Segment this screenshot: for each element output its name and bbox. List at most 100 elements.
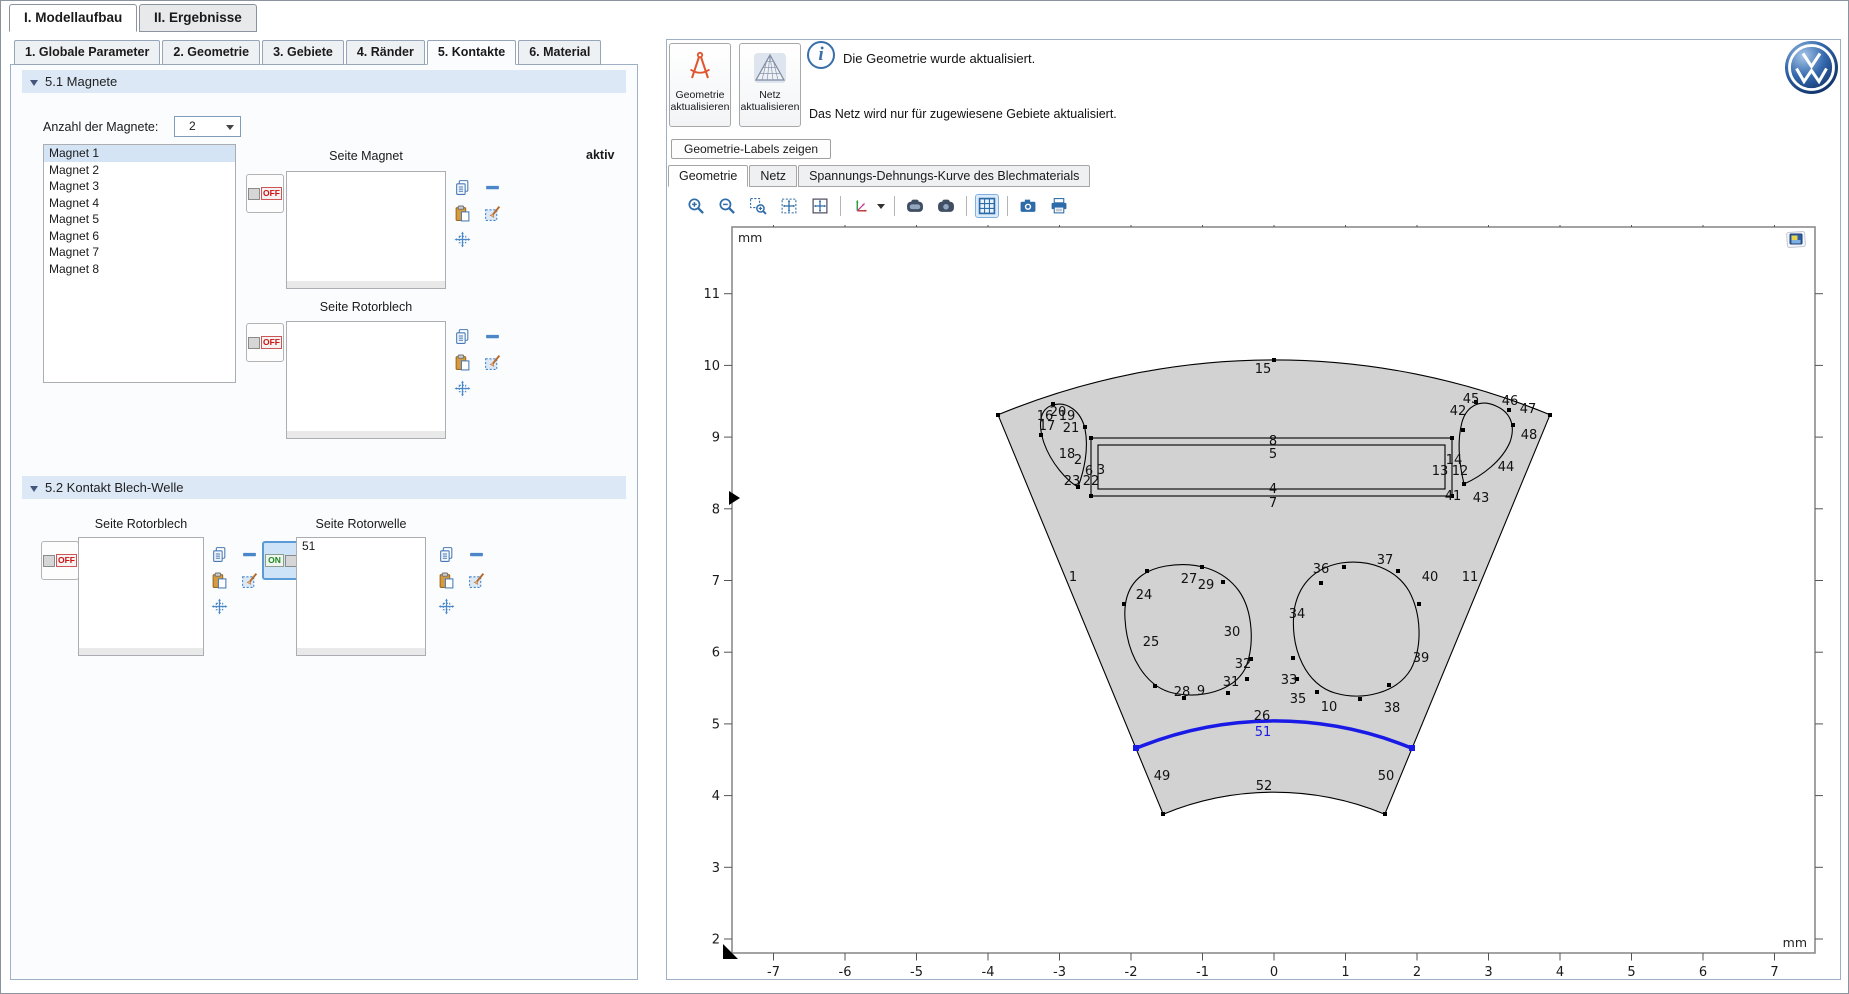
axis-orientation-icon[interactable]: [850, 195, 872, 217]
magnet-list-item[interactable]: Magnet 8: [44, 261, 235, 278]
highlighted-vertex-dot: [1409, 745, 1415, 751]
paste-icon[interactable]: [451, 202, 473, 224]
edge-label: 37: [1377, 553, 1394, 568]
edge-label: 42: [1450, 404, 1467, 419]
zoom-fit-icon[interactable]: [809, 195, 831, 217]
kontakt-rotorblech-toggle[interactable]: OFF: [41, 541, 79, 580]
edge-label: 4: [1269, 482, 1277, 497]
remove-icon[interactable]: [238, 543, 260, 565]
copy-icon[interactable]: [208, 543, 230, 565]
vertex-dot: [1461, 428, 1465, 432]
copy-image-icon[interactable]: [904, 195, 926, 217]
vertex-dot: [1153, 684, 1157, 688]
edge-label: 23: [1064, 474, 1081, 489]
snapshot-icon[interactable]: [1017, 195, 1039, 217]
graphics-tab-spannungs-dehnungs-kurve-des-blechmaterials[interactable]: Spannungs-Dehnungs-Kurve des Blechmateri…: [798, 165, 1090, 187]
edge-label: 27: [1181, 572, 1198, 587]
zoom-to-selection-icon[interactable]: [451, 377, 473, 399]
setup-tab-3-gebiete[interactable]: 3. Gebiete: [262, 40, 344, 65]
info-icon: i: [807, 41, 835, 69]
plot-canvas[interactable]: -7-6-5-4-3-2-101234567234567891011 15454…: [671, 225, 1837, 989]
vertex-dot: [1450, 436, 1454, 440]
zoom-to-selection-icon[interactable]: [435, 595, 457, 617]
paste-icon[interactable]: [208, 569, 230, 591]
copy-icon[interactable]: [451, 176, 473, 198]
magnet-list-item[interactable]: Magnet 5: [44, 211, 235, 228]
geometry-updated-message: Die Geometrie wurde aktualisiert.: [843, 51, 1035, 66]
legend-popup-icon[interactable]: [1787, 231, 1806, 247]
setup-tab-4-ränder[interactable]: 4. Ränder: [346, 40, 425, 65]
magnet-side-toggle[interactable]: OFF: [246, 174, 284, 213]
main-tab-i-modellaufbau[interactable]: I. Modellaufbau: [9, 4, 137, 32]
paste-icon[interactable]: [435, 569, 457, 591]
zoom-out-icon[interactable]: [716, 195, 738, 217]
highlighted-edge-label: 51: [1255, 725, 1272, 740]
edge-label: 36: [1313, 562, 1330, 577]
vertex-dot: [1226, 691, 1230, 695]
vertex-dot: [1122, 602, 1126, 606]
remove-icon[interactable]: [481, 325, 503, 347]
copy-icon[interactable]: [435, 543, 457, 565]
y-tick-label: 11: [703, 287, 720, 302]
magnet-list-item[interactable]: Magnet 1: [44, 145, 235, 162]
edge-label: 11: [1462, 570, 1479, 585]
zoom-to-selection-icon[interactable]: [208, 595, 230, 617]
magnet-list[interactable]: Magnet 1Magnet 2Magnet 3Magnet 4Magnet 5…: [43, 144, 236, 383]
setup-tab-6-material[interactable]: 6. Material: [518, 40, 601, 65]
setup-tab-1-globale-parameter[interactable]: 1. Globale Parameter: [14, 40, 160, 65]
vertex-dot: [1417, 602, 1421, 606]
graphics-tab-geometrie[interactable]: Geometrie: [668, 165, 748, 187]
magnet-list-item[interactable]: Magnet 2: [44, 162, 235, 179]
kontakt-rotorblech-selection-list[interactable]: [78, 537, 204, 656]
update-mesh-button[interactable]: Netz aktualisieren: [739, 43, 801, 127]
edge-label: 43: [1473, 491, 1490, 506]
toggle-off-label: OFF: [56, 554, 77, 567]
edge-label: 26: [1254, 709, 1271, 724]
edge-label: 34: [1289, 607, 1306, 622]
remove-icon[interactable]: [481, 176, 503, 198]
kontakt-rotorwelle-toggle[interactable]: ON: [262, 541, 300, 580]
setup-tab-2-geometrie[interactable]: 2. Geometrie: [162, 40, 260, 65]
show-geometry-labels-button[interactable]: Geometrie-Labels zeigen: [671, 139, 831, 159]
section-header-kontakt[interactable]: 5.2 Kontakt Blech-Welle: [22, 476, 626, 499]
clear-selection-icon[interactable]: [238, 569, 260, 591]
magnet-list-item[interactable]: Magnet 3: [44, 178, 235, 195]
seite-rotorblech-selection-list[interactable]: [286, 321, 446, 439]
magnet-list-item[interactable]: Magnet 7: [44, 244, 235, 261]
button-label: Netz aktualisieren: [741, 89, 800, 113]
rotorblech-side-toggle[interactable]: OFF: [246, 323, 284, 362]
edge-label: 39: [1413, 651, 1430, 666]
paste-icon[interactable]: [451, 351, 473, 373]
edge-label: 44: [1498, 460, 1515, 475]
print-icon[interactable]: [1048, 195, 1070, 217]
zoom-box-icon[interactable]: [747, 195, 769, 217]
edge-label: 30: [1224, 625, 1241, 640]
clear-selection-icon[interactable]: [481, 202, 503, 224]
update-geometry-button[interactable]: Geometrie aktualisieren: [669, 43, 731, 127]
kontakt-rotorwelle-selection-list[interactable]: 51: [296, 537, 426, 656]
clear-selection-icon[interactable]: [481, 351, 503, 373]
export-image-icon[interactable]: [935, 195, 957, 217]
remove-icon[interactable]: [465, 543, 487, 565]
main-tab-ii-ergebnisse[interactable]: II. Ergebnisse: [139, 4, 257, 32]
magnet-list-item[interactable]: Magnet 6: [44, 228, 235, 245]
edge-label: 29: [1198, 578, 1215, 593]
magnet-list-item[interactable]: Magnet 4: [44, 195, 235, 212]
grid-icon[interactable]: [976, 195, 998, 217]
edge-label: 7: [1269, 496, 1277, 511]
edge-label: 28: [1174, 685, 1191, 700]
zoom-in-icon[interactable]: [685, 195, 707, 217]
copy-icon[interactable]: [451, 325, 473, 347]
anzahl-magnete-dropdown[interactable]: 2: [174, 116, 241, 137]
clear-selection-icon[interactable]: [465, 569, 487, 591]
edge-label: 1: [1069, 570, 1077, 585]
selection-entry[interactable]: 51: [297, 538, 425, 555]
section-header-magnete[interactable]: 5.1 Magnete: [22, 70, 626, 93]
zoom-to-selection-icon[interactable]: [451, 228, 473, 250]
toggle-off-label: OFF: [261, 336, 282, 349]
chevron-down-icon[interactable]: [877, 204, 885, 209]
setup-tab-5-kontakte[interactable]: 5. Kontakte: [427, 40, 516, 65]
graphics-tab-netz[interactable]: Netz: [749, 165, 797, 187]
zoom-extents-icon[interactable]: [778, 195, 800, 217]
seite-magnet-selection-list[interactable]: [286, 171, 446, 289]
